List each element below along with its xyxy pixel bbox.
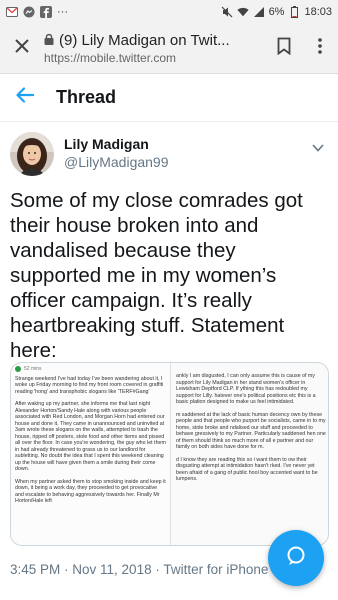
page-title: Thread	[56, 87, 117, 107]
address-area[interactable]: (9) Lily Madigan on Twit... https://mobi…	[44, 32, 266, 65]
tab-title-row: (9) Lily Madigan on Twit...	[44, 32, 266, 49]
statement-paragraph: m saddened at the lack of basic human de…	[176, 411, 326, 451]
bookmark-button[interactable]	[266, 24, 302, 74]
more-vertical-icon	[318, 38, 322, 59]
tweet-options-button[interactable]	[308, 138, 328, 158]
tab-title: (9) Lily Madigan on Twit...	[59, 32, 230, 49]
facebook-icon	[40, 6, 52, 18]
mute-icon	[221, 6, 233, 18]
statement-paragraph: Strange weekend I've had today I've been…	[15, 375, 164, 395]
messenger-icon	[23, 6, 35, 18]
bookmark-icon	[277, 37, 291, 60]
thread-header: Thread	[0, 74, 338, 122]
author-handle: @LilyMadigan99	[64, 154, 169, 170]
clock: 18:03	[304, 6, 332, 18]
compose-reply-icon	[285, 545, 307, 572]
notification-icons: ···	[6, 6, 68, 18]
system-icons: 6% 18:03	[221, 6, 332, 18]
statement-paragraph: ankly I am disgusted, I can only assume …	[176, 373, 316, 405]
presence-dot	[15, 366, 21, 373]
statement-paragraph: When my partner asked them to stop smoki…	[15, 478, 166, 505]
tweet-timestamp[interactable]: 3:45 PM · Nov 11, 2018 · Twitter for iPh…	[10, 562, 268, 577]
tweet-author: Lily Madigan @LilyMadigan99	[10, 132, 328, 182]
signal-icon	[253, 6, 265, 18]
lock-icon	[44, 32, 54, 49]
tweet-body: Some of my close comrades got their hous…	[10, 189, 303, 362]
browser-menu-button[interactable]	[302, 24, 338, 74]
back-button[interactable]	[0, 74, 50, 122]
close-icon	[15, 39, 29, 58]
tweet-media-image[interactable]: 52 mins Strange weekend I've had today I…	[10, 362, 329, 546]
statement-left-column: 52 mins Strange weekend I've had today I…	[11, 363, 171, 545]
more-notifications: ···	[57, 6, 68, 18]
statement-right-column: ankly I am disgusted, I can only assume …	[172, 363, 328, 545]
statement-paragraph: After waking up my partner, she informs …	[15, 401, 166, 472]
chevron-down-icon	[312, 139, 324, 157]
author-text[interactable]: Lily Madigan @LilyMadigan99	[64, 136, 169, 170]
browser-toolbar: (9) Lily Madigan on Twit... https://mobi…	[0, 24, 338, 74]
embedded-time: 52 mins	[24, 366, 42, 372]
gmail-icon	[6, 6, 18, 18]
battery-percentage: 6%	[268, 6, 285, 18]
url-text: https://mobile.twitter.com	[44, 51, 177, 65]
compose-reply-button[interactable]	[268, 530, 324, 586]
avatar[interactable]	[10, 132, 54, 176]
android-status-bar: ··· 6% 18:03	[0, 0, 338, 24]
statement-paragraph: d I know they are reading this so i want…	[176, 456, 318, 483]
wifi-icon	[236, 6, 249, 18]
close-tab-button[interactable]	[0, 24, 44, 74]
author-name: Lily Madigan	[64, 136, 149, 152]
back-arrow-icon	[16, 87, 35, 108]
embedded-status-row: 52 mins	[15, 366, 166, 373]
battery-icon	[288, 6, 300, 18]
